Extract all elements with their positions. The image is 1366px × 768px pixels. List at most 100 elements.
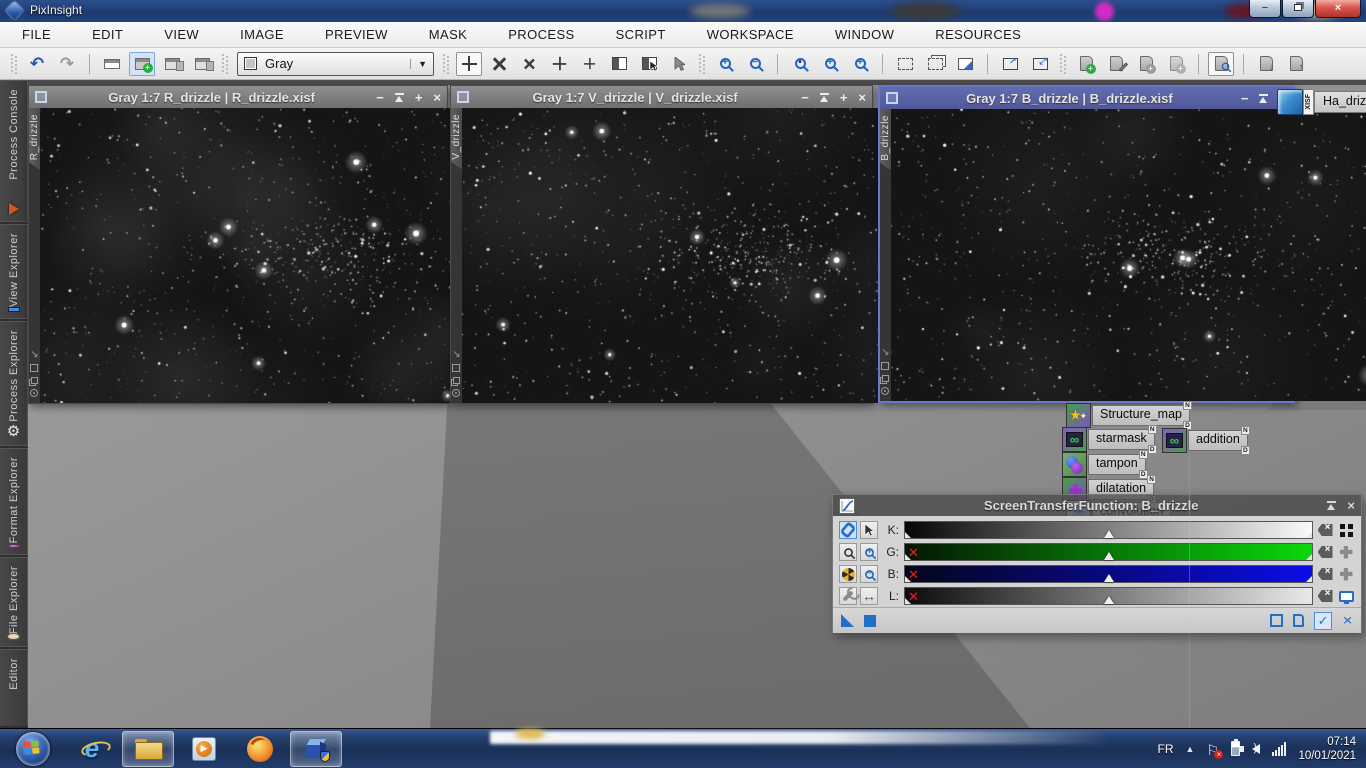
zoom-corner-icon[interactable]: ↘ (452, 350, 460, 360)
process-icon-starmask[interactable]: ∞ starmask N D (1062, 425, 1157, 454)
stf-slider-l[interactable]: ✕ (904, 587, 1313, 605)
sidebar-item-format-explorer[interactable]: Format Explorer (0, 448, 28, 556)
starfield-image[interactable] (891, 109, 1366, 401)
taskbar-item-explorer[interactable] (122, 730, 174, 767)
zoom-custom-button[interactable]: • (787, 52, 813, 76)
new-instance-square-icon[interactable] (1270, 614, 1284, 627)
view-tab[interactable]: V_drizzle (451, 108, 462, 170)
close-button[interactable]: × (1347, 498, 1355, 513)
stf-slider-b[interactable]: ✕ (904, 565, 1313, 583)
screen-window-button[interactable] (606, 52, 632, 76)
toolbar-grip[interactable] (443, 53, 449, 74)
taskbar-item-pixinsight[interactable] (290, 730, 342, 767)
screen-l-button[interactable] (1337, 587, 1355, 605)
frame-icon[interactable] (881, 362, 890, 370)
radiation-button[interactable] (839, 565, 857, 583)
taskbar-item-firefox[interactable] (234, 731, 286, 767)
shade-button[interactable] (1327, 501, 1337, 510)
frame-icon[interactable] (452, 364, 461, 372)
new-instance-marker[interactable]: N (1147, 425, 1157, 434)
menu-file[interactable]: FILE (22, 27, 51, 42)
taskbar-item-internet-explorer[interactable]: e (66, 731, 118, 767)
resize-window-button[interactable] (997, 52, 1023, 76)
sidebar-item-process-console[interactable]: Process Console (0, 80, 28, 223)
output-files-button[interactable]: ↑ (1283, 52, 1309, 76)
new-instance-marker[interactable]: N (1147, 475, 1157, 484)
image-window-titlebar[interactable]: Gray 1:7 V_drizzle | V_drizzle.xisf − + … (451, 86, 872, 108)
reset-k-button[interactable] (1316, 521, 1334, 539)
toolbar-grip[interactable] (699, 53, 705, 74)
zoom-corner-icon[interactable]: ↘ (30, 350, 38, 360)
clock[interactable]: 07:14 10/01/2021 (1298, 735, 1356, 763)
battery-icon[interactable] (1231, 739, 1241, 756)
input-files-button[interactable]: ↓ (1253, 52, 1279, 76)
language-indicator[interactable]: FR (1158, 742, 1174, 756)
menu-process[interactable]: PROCESS (508, 27, 574, 42)
menu-image[interactable]: IMAGE (240, 27, 284, 42)
zoom-corner-icon[interactable]: ↘ (881, 348, 889, 358)
maximize-button[interactable]: + (840, 90, 848, 105)
view-tab[interactable]: B_drizzle (880, 109, 891, 171)
rename-view-button[interactable] (99, 52, 125, 76)
close-button[interactable]: × (858, 90, 866, 105)
slider-handle[interactable] (1103, 552, 1114, 560)
zoom-fit-button[interactable]: + (847, 52, 873, 76)
menu-mask[interactable]: MASK (429, 27, 467, 42)
hidden-icons-button[interactable]: ▲ (1186, 744, 1195, 754)
new-instance-marker[interactable]: N (1240, 426, 1250, 435)
shade-button[interactable] (394, 92, 404, 102)
duplicate-window-button[interactable] (159, 52, 185, 76)
process-icon-tampon[interactable]: tampon N D (1062, 450, 1148, 479)
toolbar-grip[interactable] (1060, 53, 1066, 74)
process-icon-structure-map[interactable]: ★ ✦ Structure_map N D (1066, 401, 1192, 430)
stf-titlebar[interactable]: ScreenTransferFunction: B_drizzle × (833, 495, 1361, 516)
stf-slider-g[interactable]: ✕ (904, 543, 1313, 561)
menu-edit[interactable]: EDIT (92, 27, 123, 42)
menu-window[interactable]: WINDOW (835, 27, 894, 42)
reset-l-button[interactable] (1316, 587, 1334, 605)
menu-view[interactable]: VIEW (164, 27, 199, 42)
zoom-in-button[interactable]: + (712, 52, 738, 76)
duplicate-preview-button[interactable] (922, 52, 948, 76)
sidebar-item-editor[interactable]: Editor (0, 649, 28, 726)
grid-b-button[interactable] (1337, 565, 1355, 583)
drag-marker[interactable]: D (1240, 446, 1250, 455)
pan-mode-button[interactable] (546, 52, 572, 76)
stf-slider-k[interactable] (904, 521, 1313, 539)
image-window-titlebar[interactable]: Gray 1:7 B_drizzle | B_drizzle.xisf − + (880, 87, 1293, 109)
process-explorer-button[interactable] (1208, 51, 1234, 76)
apply-button[interactable]: ✓ (1314, 611, 1333, 630)
zoom-out-button[interactable]: − (742, 52, 768, 76)
menu-preview[interactable]: PREVIEW (325, 27, 388, 42)
zoom-small-button[interactable] (839, 543, 857, 561)
view-tab[interactable]: R_drizzle (29, 108, 40, 170)
fit-window-button[interactable] (1027, 52, 1053, 76)
layers-icon[interactable] (452, 377, 460, 384)
new-preview-button[interactable] (892, 52, 918, 76)
expand-windows-button[interactable] (486, 52, 512, 76)
start-button[interactable] (16, 731, 50, 766)
new-instance-marker[interactable]: N (1138, 450, 1148, 459)
center-view-button[interactable] (576, 52, 602, 76)
image-window-r-drizzle[interactable]: Gray 1:7 R_drizzle | R_drizzle.xisf − + … (28, 85, 630, 404)
setup-button[interactable] (839, 587, 857, 605)
minimize-button[interactable]: − (1249, 0, 1281, 18)
zoom-out-button[interactable]: − (860, 565, 878, 583)
action-center-icon[interactable] (1206, 742, 1224, 759)
pointer-button[interactable] (666, 52, 692, 76)
restore-button[interactable] (1282, 0, 1314, 18)
toolbar-grip[interactable] (11, 53, 17, 74)
shrink-dialog-icon[interactable]: ✕ (1342, 613, 1353, 627)
stf-dialog[interactable]: ScreenTransferFunction: B_drizzle × K: +… (832, 494, 1362, 633)
clone-window-button[interactable] (189, 52, 215, 76)
process-icon-addition[interactable]: ∞ addition N D (1162, 426, 1250, 455)
clone-process-button[interactable]: + (1133, 52, 1159, 76)
range-button[interactable]: ↔ (860, 587, 878, 605)
color-space-dropdown[interactable]: Gray ▼ (237, 51, 434, 76)
reset-b-button[interactable] (1316, 565, 1334, 583)
menu-workspace[interactable]: WORKSPACE (707, 27, 794, 42)
taskbar-item-media-player[interactable]: ▶ (178, 731, 230, 767)
new-image-window-button[interactable]: + (129, 51, 155, 76)
shade-button[interactable] (1259, 93, 1269, 103)
sidebar-item-file-explorer[interactable]: File Explorer (0, 557, 28, 648)
